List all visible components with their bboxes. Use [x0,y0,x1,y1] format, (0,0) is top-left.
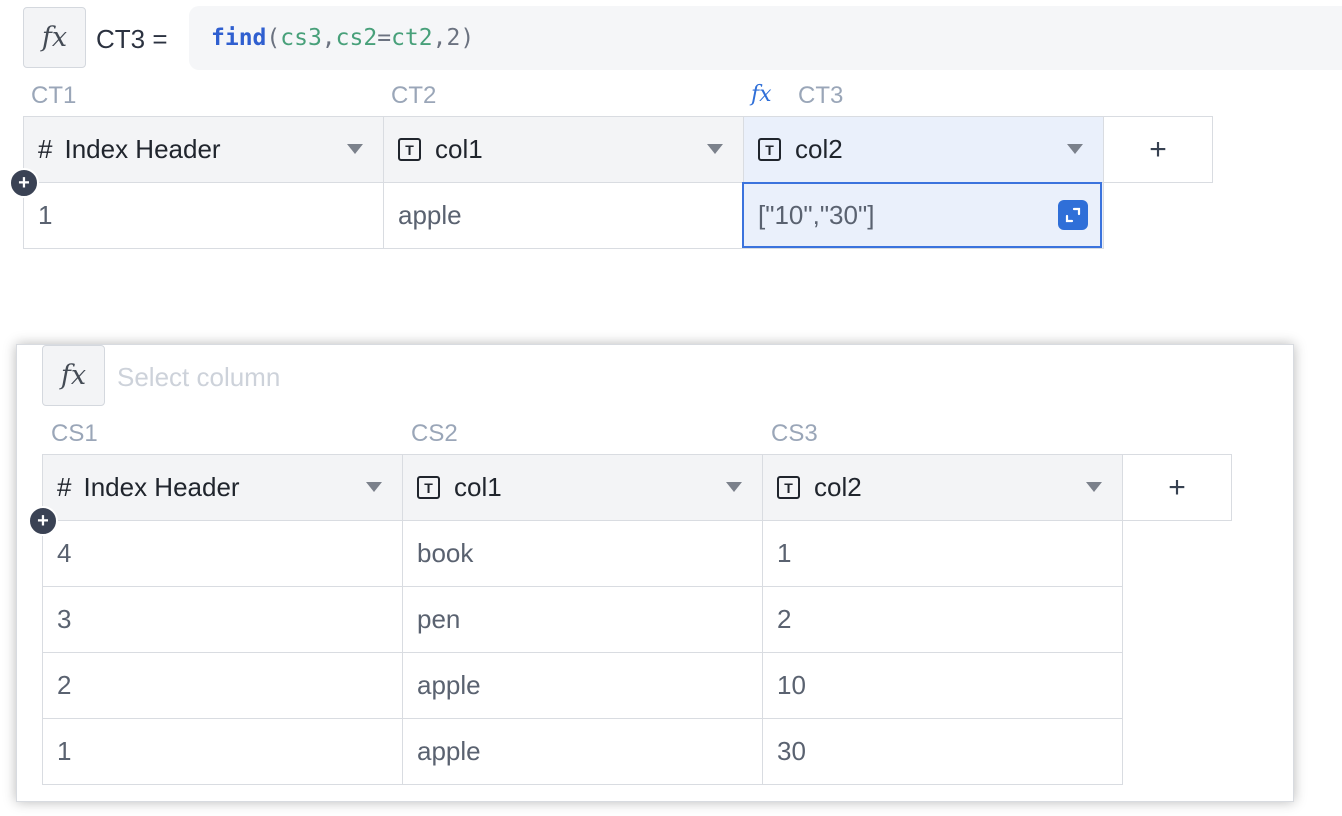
formula-arg-ref: cs2 [335,25,378,51]
empty-cell [1104,183,1213,249]
formula-equals: = [377,25,392,51]
selected-table-cell[interactable]: ["10","30"] [743,182,1104,249]
header-cell-col1[interactable]: Tcol1 [402,454,763,521]
formula-arg-ref: ct2 [391,25,433,51]
header-label: Index Header [64,134,221,164]
dropdown-caret-icon[interactable] [1067,144,1083,154]
formula-close-paren: ) [460,25,475,51]
table-cell[interactable]: 3 [42,586,403,653]
select-column-placeholder[interactable]: Select column [117,362,280,393]
text-type-icon: T [777,476,800,499]
header-cell-col2[interactable]: Tcol2 [743,116,1104,183]
plus-icon: + [37,510,49,532]
dropdown-caret-icon[interactable] [707,144,723,154]
header-cell-col2[interactable]: Tcol2 [762,454,1123,521]
text-type-icon: T [417,476,440,499]
table-row: 1 apple ["10","30"] [23,182,1213,249]
table-cell[interactable]: 30 [762,718,1123,785]
column-name-ct2: CT2 [391,82,437,109]
dropdown-caret-icon[interactable] [726,482,742,492]
table-cell[interactable]: 1 [42,718,403,785]
table-cell[interactable]: 10 [762,652,1123,719]
formula-comma: , [432,25,447,51]
expand-cell-button[interactable] [1058,200,1088,230]
column-name-cs3: CS3 [771,420,818,447]
header-label: col1 [435,134,483,164]
header-row: # Index Header Tcol1 Tcol2 + [42,454,1232,521]
dropdown-caret-icon[interactable] [1086,482,1102,492]
header-row: # Index Header Tcol1 Tcol2 + [23,116,1213,183]
formula-input[interactable]: find(cs3, cs2 = ct2, 2) [189,6,1342,70]
header-label: Index Header [83,472,240,502]
table-cell[interactable]: 1 [762,520,1123,587]
formula-arg-number: 2 [446,25,461,51]
number-type-icon: # [38,134,53,164]
column-name-cs1: CS1 [51,420,98,447]
add-row-button[interactable]: + [28,506,58,536]
formula-fx-button[interactable]: fx [23,7,86,68]
formula-target-label: CT3 = [96,24,168,54]
add-row-button[interactable]: + [9,168,39,198]
table-row: 1 apple 30 [42,718,1232,785]
header-label: col2 [814,472,862,502]
fx-icon: fx [41,22,68,53]
table-cell[interactable]: book [402,520,763,587]
formula-comma: , [321,25,336,51]
header-cell-index[interactable]: # Index Header [42,454,403,521]
number-type-icon: # [57,472,72,502]
add-column-button[interactable]: + [1122,454,1232,521]
table-cell[interactable]: apple [402,718,763,785]
table-cell[interactable]: apple [402,652,763,719]
fx-icon: fx [60,360,87,391]
expand-icon [1065,207,1081,223]
formula-fx-button[interactable]: fx [42,345,105,406]
table-cell[interactable]: pen [402,586,763,653]
text-type-icon: T [758,138,781,161]
empty-cell [1123,587,1232,653]
dropdown-caret-icon[interactable] [347,144,363,154]
table-row: 4 book 1 [42,520,1232,587]
bottom-table: # Index Header Tcol1 Tcol2 + 4 book 1 3 p… [42,454,1232,785]
text-type-icon: T [398,138,421,161]
table-cell[interactable]: 2 [762,586,1123,653]
add-column-button[interactable]: + [1103,116,1213,183]
header-label: col2 [795,134,843,164]
formula-column-icon: fx [751,82,772,107]
header-cell-col1[interactable]: Tcol1 [383,116,744,183]
empty-cell [1123,719,1232,785]
header-label: col1 [454,472,502,502]
table-cell[interactable]: apple [383,182,744,249]
empty-cell [1123,653,1232,719]
table-row: 2 apple 10 [42,652,1232,719]
table-cell[interactable]: 2 [42,652,403,719]
plus-icon: + [1168,470,1186,504]
table-row: 3 pen 2 [42,586,1232,653]
formula-function: find [211,25,267,51]
column-name-ct3: CT3 [798,82,844,109]
table-cell[interactable]: 4 [42,520,403,587]
empty-cell [1123,521,1232,587]
dropdown-caret-icon[interactable] [366,482,382,492]
table-cell[interactable]: 1 [23,182,384,249]
column-name-ct1: CT1 [31,82,77,109]
plus-icon: + [18,172,30,194]
formula-arg-ref: cs3 [280,25,322,51]
top-table: # Index Header Tcol1 Tcol2 + 1 apple ["10… [23,116,1213,249]
column-name-cs2: CS2 [411,420,458,447]
plus-icon: + [1149,132,1167,166]
formula-open-paren: ( [266,25,281,51]
header-cell-index[interactable]: # Index Header [23,116,384,183]
